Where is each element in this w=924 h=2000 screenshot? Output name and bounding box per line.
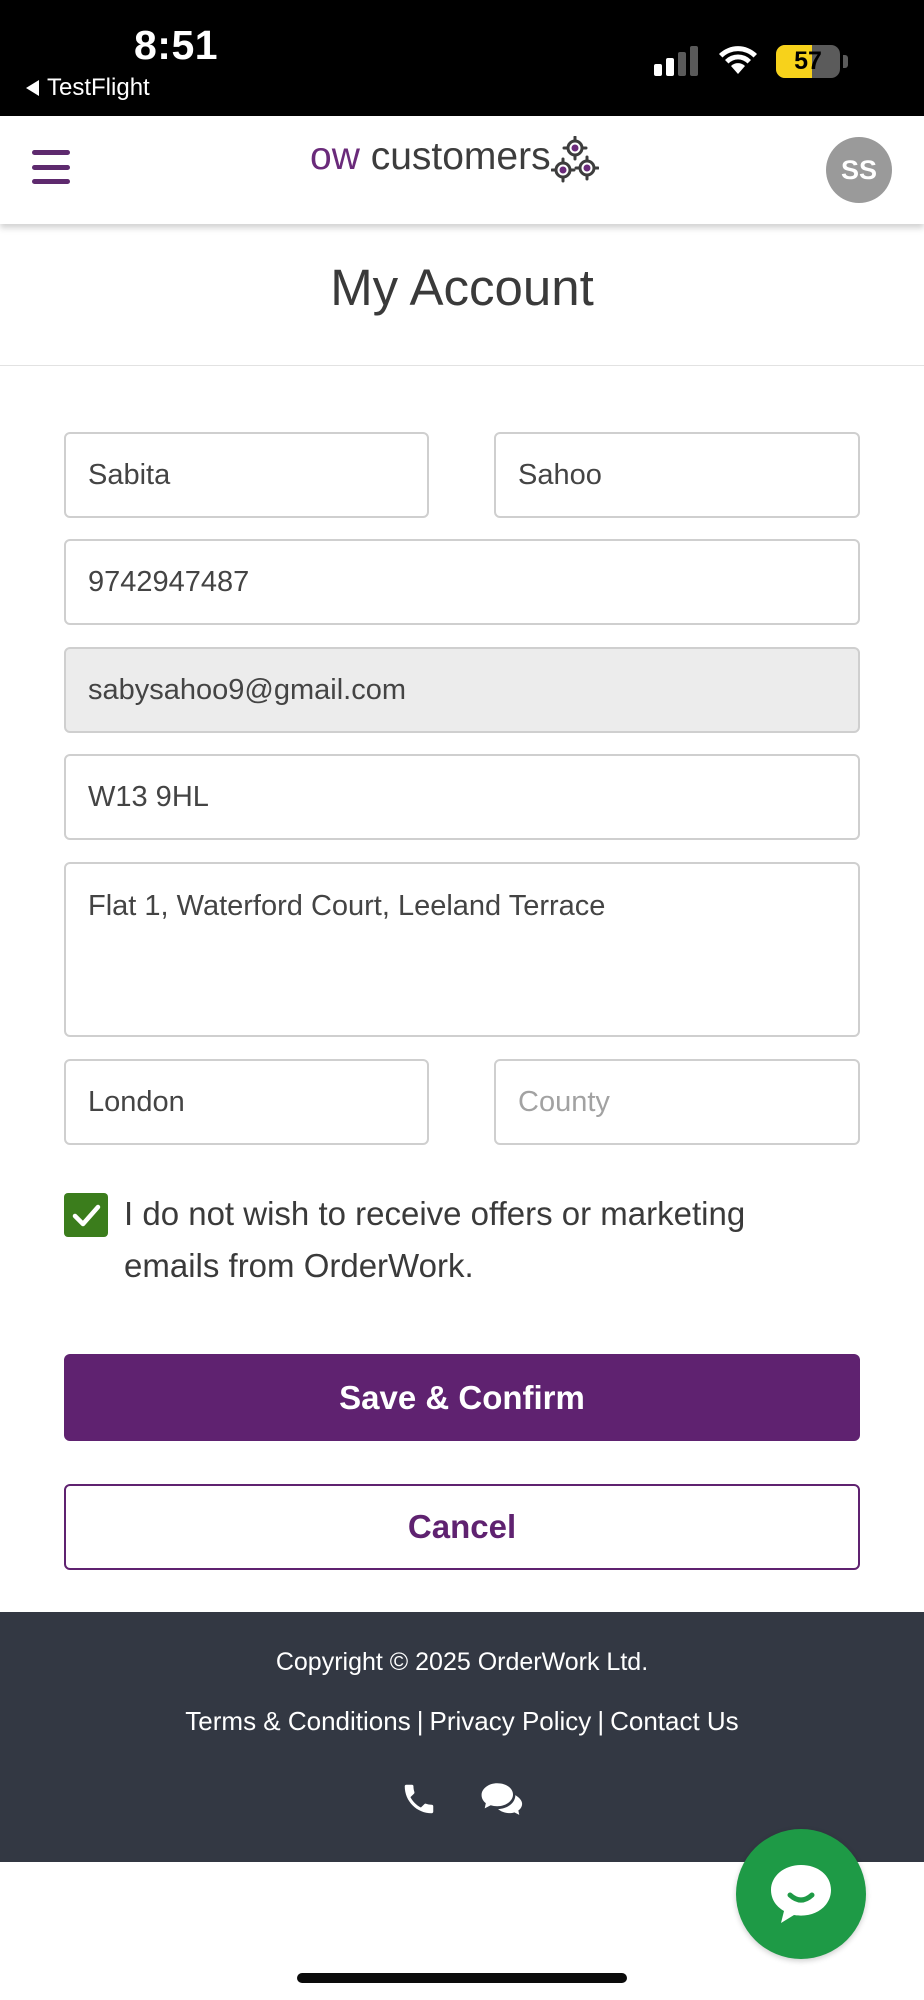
cancel-button[interactable]: Cancel bbox=[64, 1484, 860, 1570]
status-bar: 8:51 TestFlight 57 bbox=[0, 0, 924, 116]
app-header: ow customers SS bbox=[0, 116, 924, 224]
phone-field[interactable] bbox=[64, 539, 860, 625]
back-to-app-link[interactable]: TestFlight bbox=[26, 74, 150, 102]
battery-percent: 57 bbox=[794, 47, 822, 75]
email-field bbox=[64, 647, 860, 733]
marketing-opt-out-checkbox[interactable] bbox=[64, 1193, 108, 1237]
copyright-text: Copyright © 2025 OrderWork Ltd. bbox=[275, 1648, 649, 1676]
contact-link[interactable]: Contact Us bbox=[610, 1706, 739, 1736]
wifi-icon bbox=[719, 46, 757, 74]
home-indicator bbox=[297, 1973, 627, 1983]
save-confirm-button[interactable]: Save & Confirm bbox=[64, 1354, 860, 1441]
battery-icon: 57 bbox=[776, 45, 840, 78]
postcode-field[interactable] bbox=[64, 754, 860, 840]
status-time: 8:51 bbox=[134, 22, 219, 68]
link-separator: | bbox=[416, 1706, 424, 1736]
last-name-field[interactable] bbox=[494, 432, 860, 518]
link-separator: | bbox=[597, 1706, 605, 1736]
chat-bubbles-icon[interactable] bbox=[480, 1780, 524, 1818]
hamburger-menu-button[interactable] bbox=[32, 150, 70, 184]
cellular-signal-icon bbox=[654, 46, 698, 76]
marketing-opt-out-label[interactable]: I do not wish to receive offers or marke… bbox=[124, 1188, 844, 1292]
checkmark-icon bbox=[72, 1204, 101, 1227]
county-field[interactable] bbox=[494, 1059, 860, 1145]
footer-icons bbox=[0, 1780, 924, 1818]
footer: Copyright © 2025 OrderWork Ltd. Terms & … bbox=[0, 1612, 924, 1862]
footer-links: Terms & Conditions | Privacy Policy | Contac… bbox=[0, 1706, 924, 1737]
user-avatar[interactable]: SS bbox=[826, 137, 892, 203]
battery-tip bbox=[843, 55, 848, 68]
city-field[interactable] bbox=[64, 1059, 429, 1145]
address-field[interactable]: Flat 1, Waterford Court, Leeland Terrace bbox=[64, 862, 860, 1037]
brand-logo[interactable]: ow customers bbox=[310, 136, 599, 190]
page-title: My Account bbox=[330, 259, 594, 316]
first-name-field[interactable] bbox=[64, 432, 429, 518]
privacy-link[interactable]: Privacy Policy bbox=[429, 1706, 591, 1736]
back-app-label: TestFlight bbox=[47, 74, 150, 101]
brand-suffix: customers bbox=[359, 135, 551, 178]
gears-icon bbox=[550, 136, 599, 183]
chat-button[interactable] bbox=[736, 1829, 866, 1959]
title-divider bbox=[0, 365, 924, 366]
terms-link[interactable]: Terms & Conditions bbox=[185, 1706, 410, 1736]
phone-icon[interactable] bbox=[400, 1780, 438, 1818]
brand-prefix: ow bbox=[310, 135, 360, 178]
back-arrow-icon bbox=[26, 80, 39, 96]
chat-icon bbox=[771, 1865, 831, 1923]
